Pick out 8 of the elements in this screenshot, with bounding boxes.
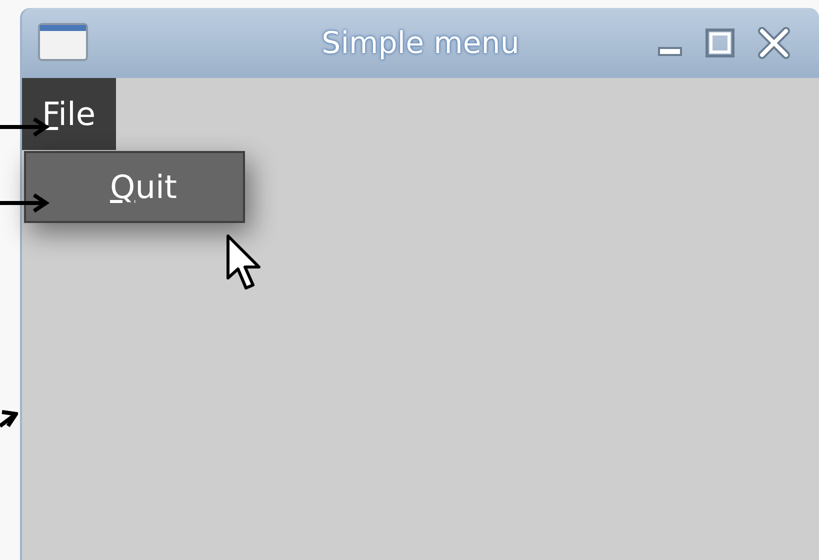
annotation-arrow [0, 408, 18, 430]
window-icon [38, 23, 88, 63]
menu-entry[interactable]: Quit [26, 153, 243, 221]
close-icon[interactable] [757, 27, 791, 59]
annotation-arrow [0, 193, 50, 213]
menu-item[interactable]: File [22, 78, 116, 150]
window-title: Simple menu [322, 26, 520, 60]
maximize-icon[interactable] [705, 28, 735, 58]
